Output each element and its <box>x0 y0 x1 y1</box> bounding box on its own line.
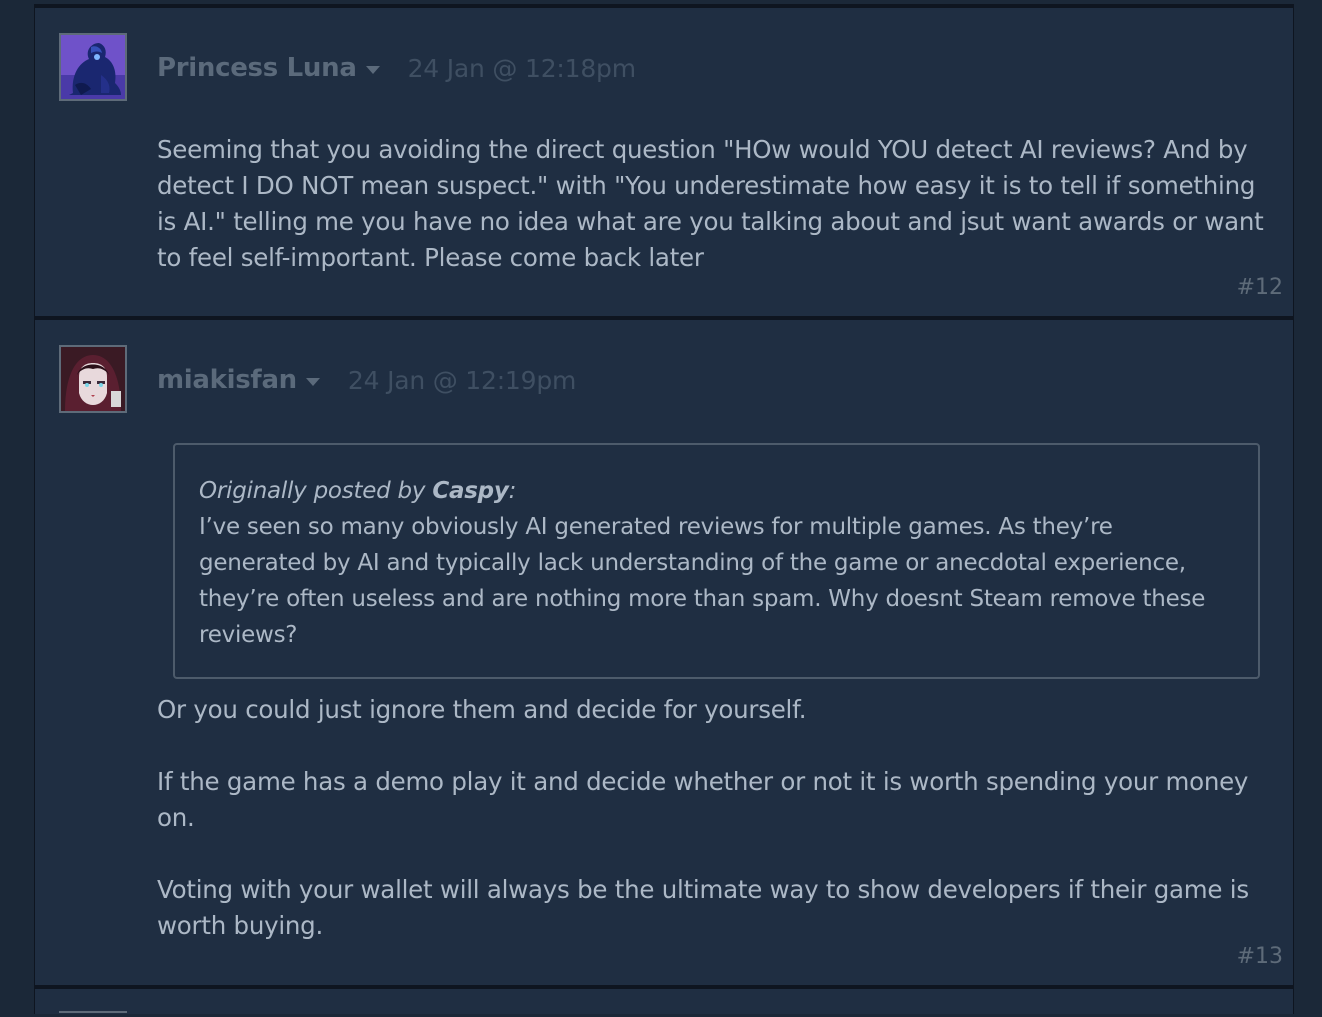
chevron-down-icon[interactable] <box>365 66 380 74</box>
miakisfan-avatar-icon <box>61 347 125 411</box>
comment-post: miakisfan 24 Jan @ 12:19pm Originally po… <box>34 320 1294 985</box>
princess-luna-avatar-icon <box>61 35 125 99</box>
user-avatar[interactable] <box>59 345 127 413</box>
quote-suffix: : <box>508 478 517 504</box>
post-paragraph: Voting with your wallet will always be t… <box>157 875 1249 940</box>
quote-text: I’ve seen so many obviously AI generated… <box>199 514 1206 648</box>
author-name[interactable]: miakisfan <box>157 365 297 395</box>
post-body: Seeming that you avoiding the direct que… <box>157 135 1264 272</box>
quote-attribution: Originally posted by Caspy: <box>199 473 1234 509</box>
user-avatar[interactable] <box>59 1011 127 1017</box>
post-paragraph: Or you could just ignore them and decide… <box>157 695 807 724</box>
chevron-down-icon[interactable] <box>305 378 320 386</box>
author-name[interactable]: Princess Luna <box>157 53 357 83</box>
comment-post <box>34 989 1294 1014</box>
post-header: miakisfan 24 Jan @ 12:19pm <box>157 362 576 398</box>
post-timestamp: 24 Jan @ 12:18pm <box>407 53 636 83</box>
post-timestamp: 24 Jan @ 12:19pm <box>347 365 577 395</box>
quote-prefix: Originally posted by <box>199 478 426 504</box>
post-header: Princess Luna 24 Jan @ 12:18pm <box>157 50 636 86</box>
user-avatar[interactable] <box>59 33 127 101</box>
quote-author-link[interactable]: Caspy <box>432 478 509 504</box>
post-paragraph: If the game has a demo play it and decid… <box>157 767 1249 832</box>
quote-block: Originally posted by Caspy: I’ve seen so… <box>173 443 1260 679</box>
post-number-link[interactable]: #12 <box>1237 275 1283 300</box>
comment-post: Princess Luna 24 Jan @ 12:18pm Seeming t… <box>34 8 1294 316</box>
post-number-link[interactable]: #13 <box>1237 944 1283 969</box>
discussion-thread: Princess Luna 24 Jan @ 12:18pm Seeming t… <box>34 0 1294 1014</box>
